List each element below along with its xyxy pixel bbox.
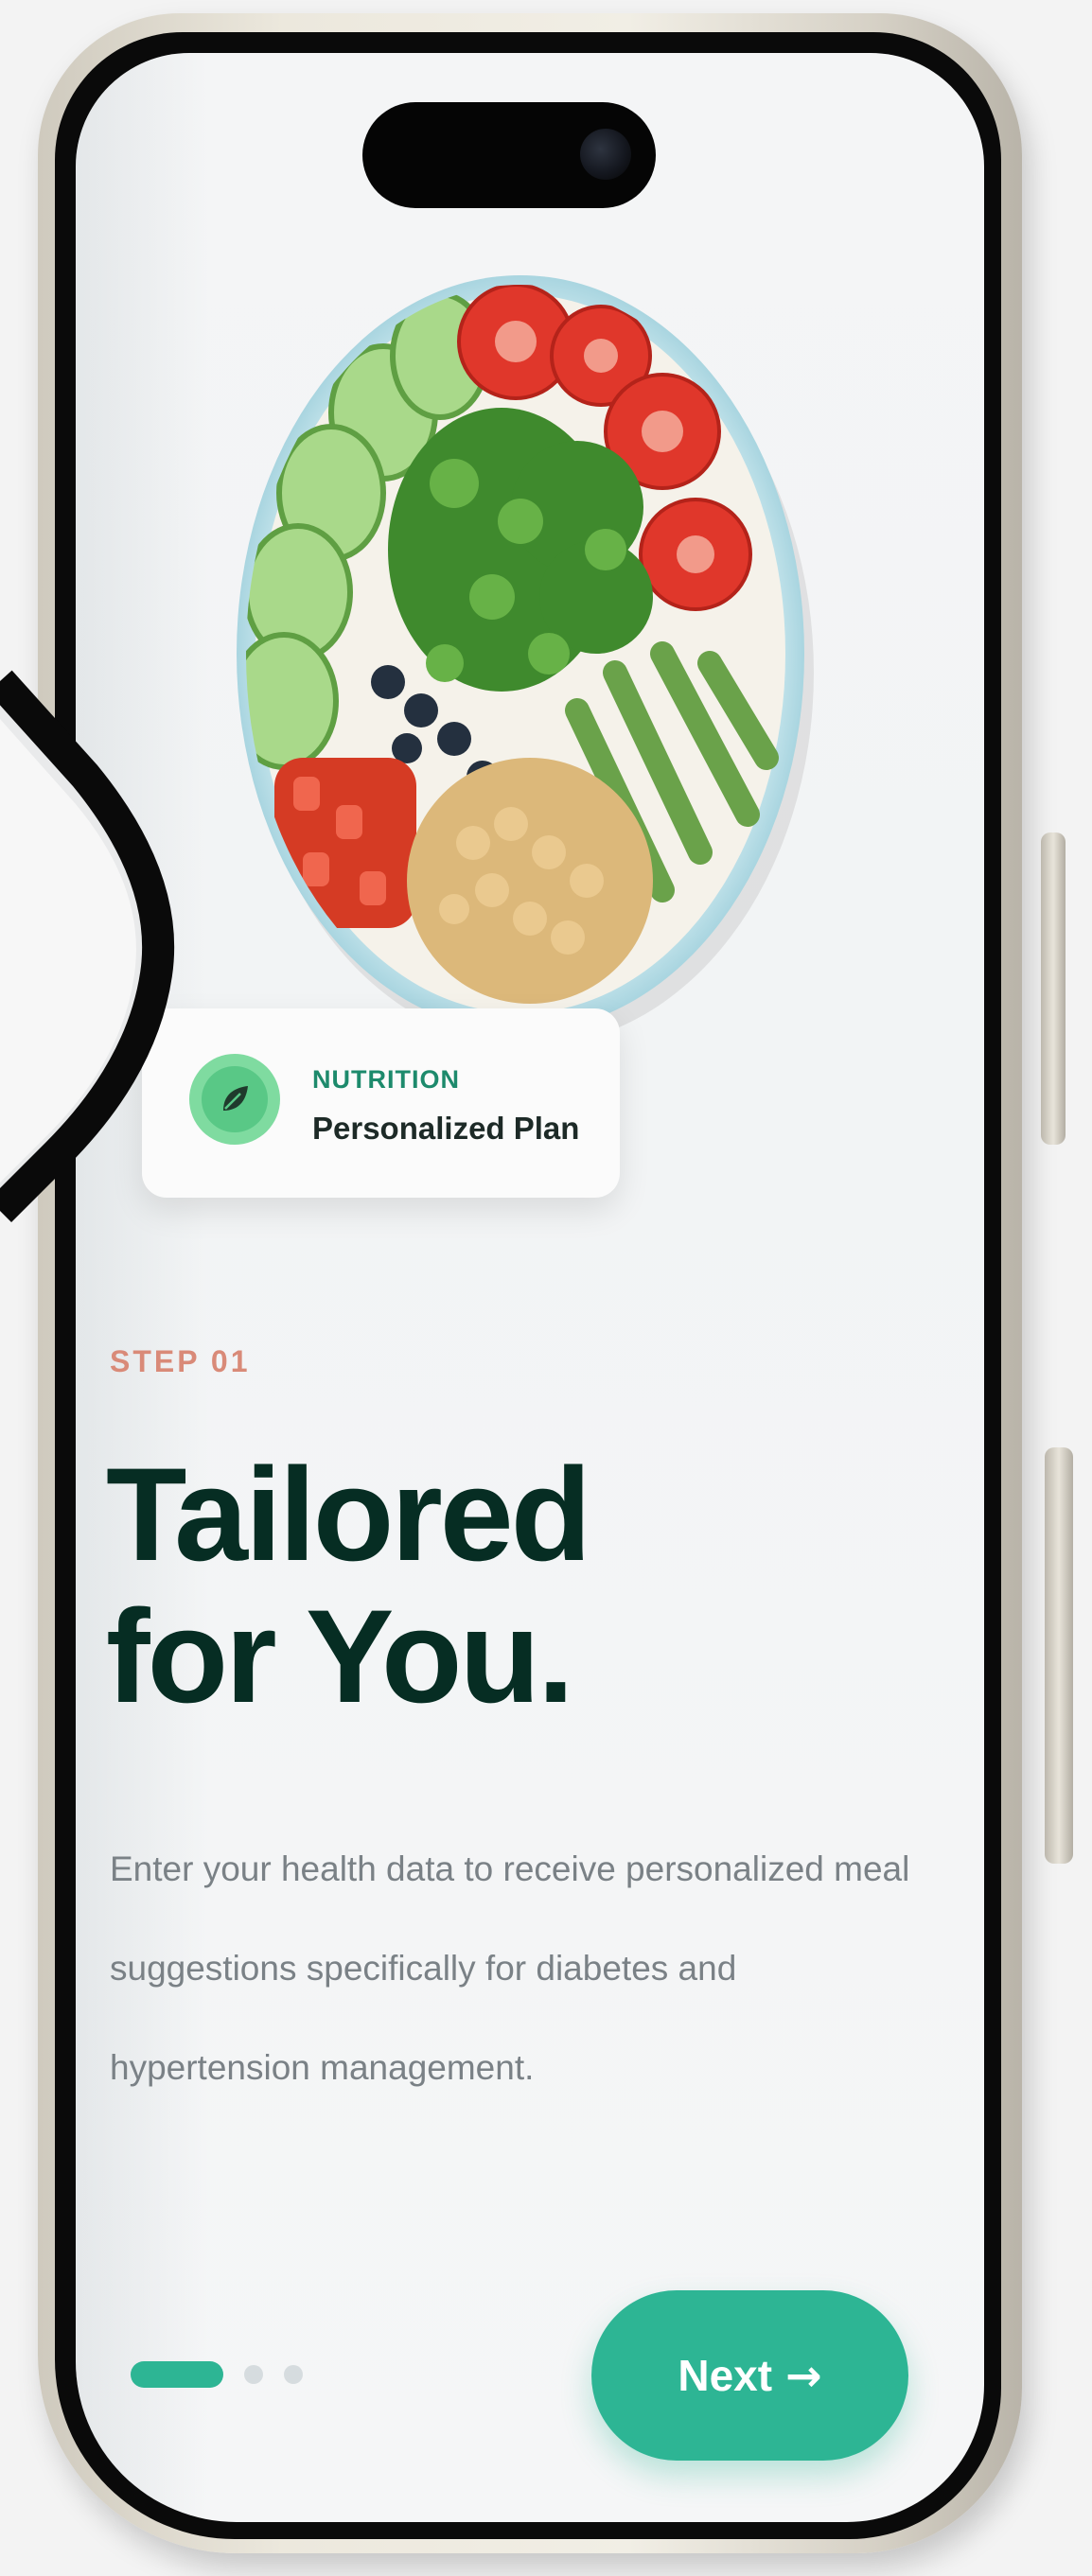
badge-label: Personalized Plan: [312, 1111, 580, 1146]
secondary-phone-edge: [0, 670, 175, 1223]
badge-category: NUTRITION: [312, 1065, 460, 1094]
side-button-lower: [1045, 1447, 1073, 1864]
arrow-right-icon: →: [785, 2350, 822, 2401]
next-button[interactable]: Next →: [591, 2290, 908, 2461]
page-title: Tailored for You.: [106, 1440, 591, 1730]
headline-line-2: for You.: [106, 1582, 574, 1730]
step-label: STEP 01: [110, 1344, 251, 1378]
page-indicator-dot-active[interactable]: [131, 2361, 223, 2388]
dynamic-island: [362, 102, 656, 208]
side-button-upper: [1041, 832, 1066, 1145]
healthy-bowl-image: [237, 275, 814, 1046]
next-button-label: Next: [678, 2351, 773, 2400]
headline-line-1: Tailored: [106, 1440, 591, 1588]
front-camera-icon: [580, 129, 631, 180]
page-indicator-dot[interactable]: [244, 2365, 263, 2384]
page-indicator-dot[interactable]: [284, 2365, 303, 2384]
description-text: Enter your health data to receive person…: [110, 1849, 910, 2087]
page-indicator: [131, 2361, 303, 2388]
